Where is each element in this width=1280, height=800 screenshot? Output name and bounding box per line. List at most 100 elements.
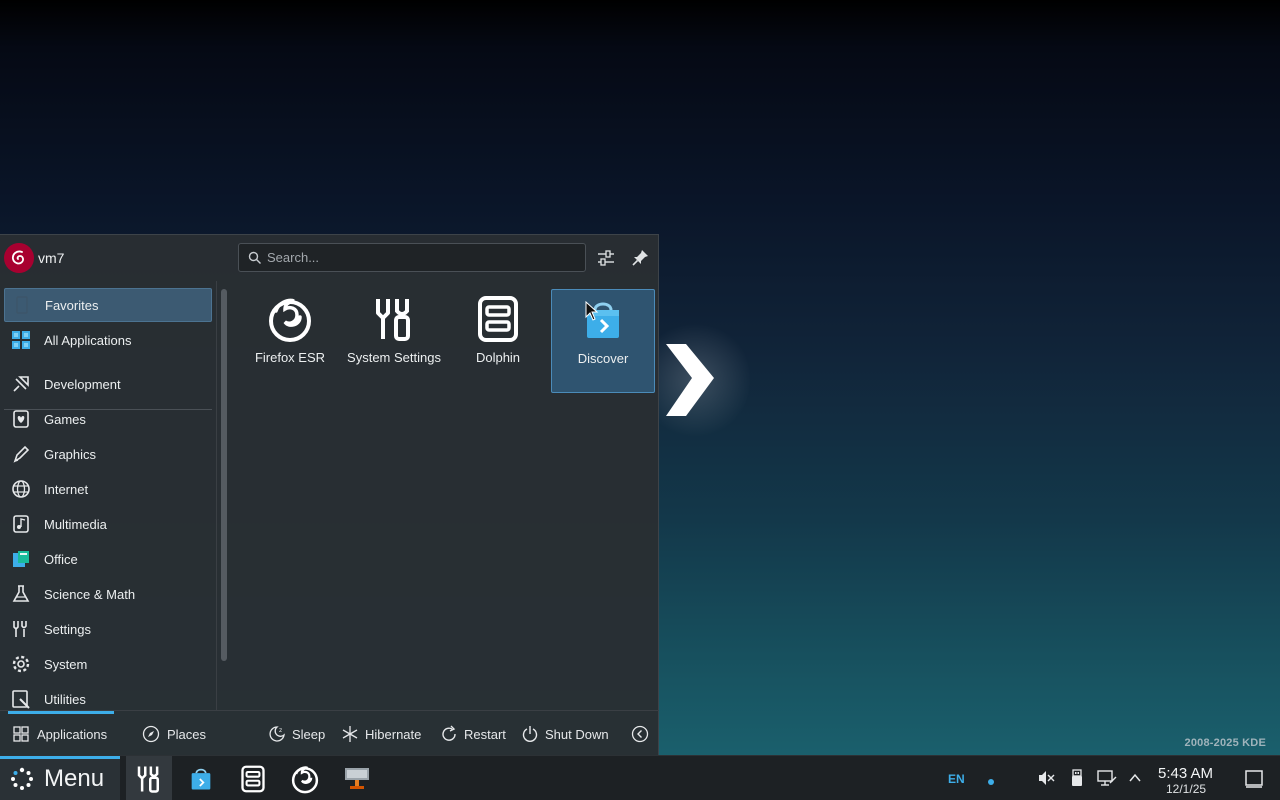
- show-desktop-icon[interactable]: [1244, 769, 1264, 789]
- more-power-options-button[interactable]: [631, 711, 655, 757]
- hibernate-button[interactable]: Hibernate: [341, 711, 421, 757]
- category-label: Science & Math: [44, 586, 136, 602]
- tab-applications[interactable]: Applications: [12, 711, 107, 757]
- internet-icon: [8, 477, 34, 501]
- category-label: Internet: [44, 481, 89, 497]
- system-settings-icon: [370, 295, 418, 343]
- avatar[interactable]: [4, 243, 34, 273]
- category-system[interactable]: System: [4, 647, 212, 681]
- tray-expand-icon[interactable]: [1125, 768, 1145, 788]
- search-icon: [248, 251, 261, 264]
- games-icon: [8, 407, 34, 431]
- sleep-button[interactable]: z Sleep: [268, 711, 325, 757]
- dolphin-icon: [241, 765, 265, 792]
- category-graphics[interactable]: Graphics: [4, 437, 212, 471]
- tab-places[interactable]: Places: [142, 711, 206, 757]
- system-icon: [8, 652, 34, 676]
- tab-label: Places: [167, 726, 207, 742]
- restart-icon: [440, 725, 458, 743]
- category-label: Graphics: [44, 446, 97, 462]
- app-tile-dolphin[interactable]: Dolphin: [446, 289, 550, 393]
- search-input[interactable]: [267, 244, 577, 271]
- category-label: Utilities: [44, 691, 86, 707]
- app-tile-label: Discover: [577, 351, 629, 366]
- app-tile-label: Firefox ESR: [254, 350, 326, 365]
- task-discover[interactable]: [178, 756, 224, 800]
- system-settings-icon: [137, 766, 159, 793]
- category-utilities[interactable]: Utilities: [4, 682, 212, 710]
- category-multimedia[interactable]: Multimedia: [4, 507, 212, 541]
- power-label: Hibernate: [365, 726, 422, 742]
- usb-icon[interactable]: [1067, 768, 1087, 788]
- favorites-icon: [9, 293, 35, 317]
- task-system-settings[interactable]: [126, 756, 172, 800]
- screenshot-app-icon: [345, 767, 369, 789]
- firefox-icon: [291, 765, 319, 793]
- tab-label: Applications: [37, 726, 108, 742]
- app-tile-label: Dolphin: [475, 350, 521, 365]
- keyboard-layout-indicator[interactable]: EN: [948, 772, 965, 786]
- all-apps-icon: [8, 328, 34, 352]
- shutdown-button[interactable]: Shut Down: [521, 711, 609, 757]
- app-tile-discover[interactable]: Discover: [551, 289, 655, 393]
- category-label: All Applications: [44, 332, 132, 348]
- kde-credit-text: 2008-2025 KDE: [1184, 737, 1266, 749]
- restart-button[interactable]: Restart: [440, 711, 506, 757]
- settings-icon: [8, 617, 34, 641]
- power-label: Sleep: [292, 726, 326, 742]
- network-icon[interactable]: [1097, 768, 1117, 788]
- category-label: Games: [44, 411, 86, 427]
- clock-date[interactable]: 12/1/25: [1166, 782, 1206, 796]
- launcher-footer: Applications Places z Sleep Hibernate Re…: [0, 710, 659, 756]
- development-icon: [8, 372, 34, 396]
- clock-time[interactable]: 5:43 AM: [1158, 765, 1213, 782]
- mouse-pointer-icon: [585, 301, 599, 321]
- discover-icon: [191, 768, 211, 789]
- firefox-icon: [266, 295, 314, 343]
- menu-launcher-icon: [11, 767, 33, 790]
- svg-text:z: z: [279, 727, 282, 734]
- taskbar: Menu EN 5:43 AM 12/1/25: [0, 755, 1280, 800]
- category-all-applications[interactable]: All Applications: [4, 323, 212, 357]
- debian-swirl-icon: [11, 250, 24, 265]
- app-tile-firefox[interactable]: Firefox ESR: [238, 289, 342, 393]
- task-firefox[interactable]: [282, 756, 328, 800]
- category-office[interactable]: Office: [4, 542, 212, 576]
- power-label: Shut Down: [545, 726, 609, 742]
- wallpaper-chevron-shape: [666, 344, 714, 416]
- application-launcher: vm7 Favorites: [0, 234, 659, 755]
- task-screenshot-app[interactable]: [334, 756, 380, 800]
- category-favorites[interactable]: Favorites: [4, 288, 212, 322]
- category-internet[interactable]: Internet: [4, 472, 212, 506]
- graphics-icon: [8, 442, 34, 466]
- science-icon: [8, 582, 34, 606]
- sidebar-scrollbar[interactable]: [221, 289, 227, 661]
- app-tile-label: System Settings: [347, 350, 441, 365]
- username: vm7: [38, 250, 65, 266]
- category-settings[interactable]: Settings: [4, 612, 212, 646]
- configure-icon[interactable]: [596, 248, 616, 268]
- menu-active-indicator: [0, 756, 120, 759]
- search-field[interactable]: [238, 243, 586, 272]
- category-label: System: [44, 656, 88, 672]
- category-label: Favorites: [45, 297, 99, 313]
- dolphin-icon: [474, 295, 522, 343]
- category-sidebar: Favorites All Applications Development G…: [0, 281, 216, 710]
- menu-label: Menu: [44, 764, 105, 792]
- chevron-left-icon: [631, 725, 649, 743]
- category-label: Settings: [44, 621, 91, 637]
- office-icon: [8, 547, 34, 571]
- volume-muted-icon[interactable]: [1036, 768, 1056, 788]
- applications-icon: [12, 725, 30, 743]
- application-menu-button[interactable]: Menu: [0, 756, 120, 800]
- task-dolphin[interactable]: [230, 756, 276, 800]
- utilities-icon: [8, 687, 34, 710]
- pin-icon[interactable]: [630, 248, 650, 268]
- launcher-header: vm7: [0, 235, 659, 281]
- category-science-math[interactable]: Science & Math: [4, 577, 212, 611]
- category-development[interactable]: Development: [4, 367, 212, 401]
- app-tile-system-settings[interactable]: System Settings: [342, 289, 446, 393]
- category-games[interactable]: Games: [4, 402, 212, 436]
- notification-dot-icon: [988, 779, 994, 785]
- category-label: Office: [44, 551, 78, 567]
